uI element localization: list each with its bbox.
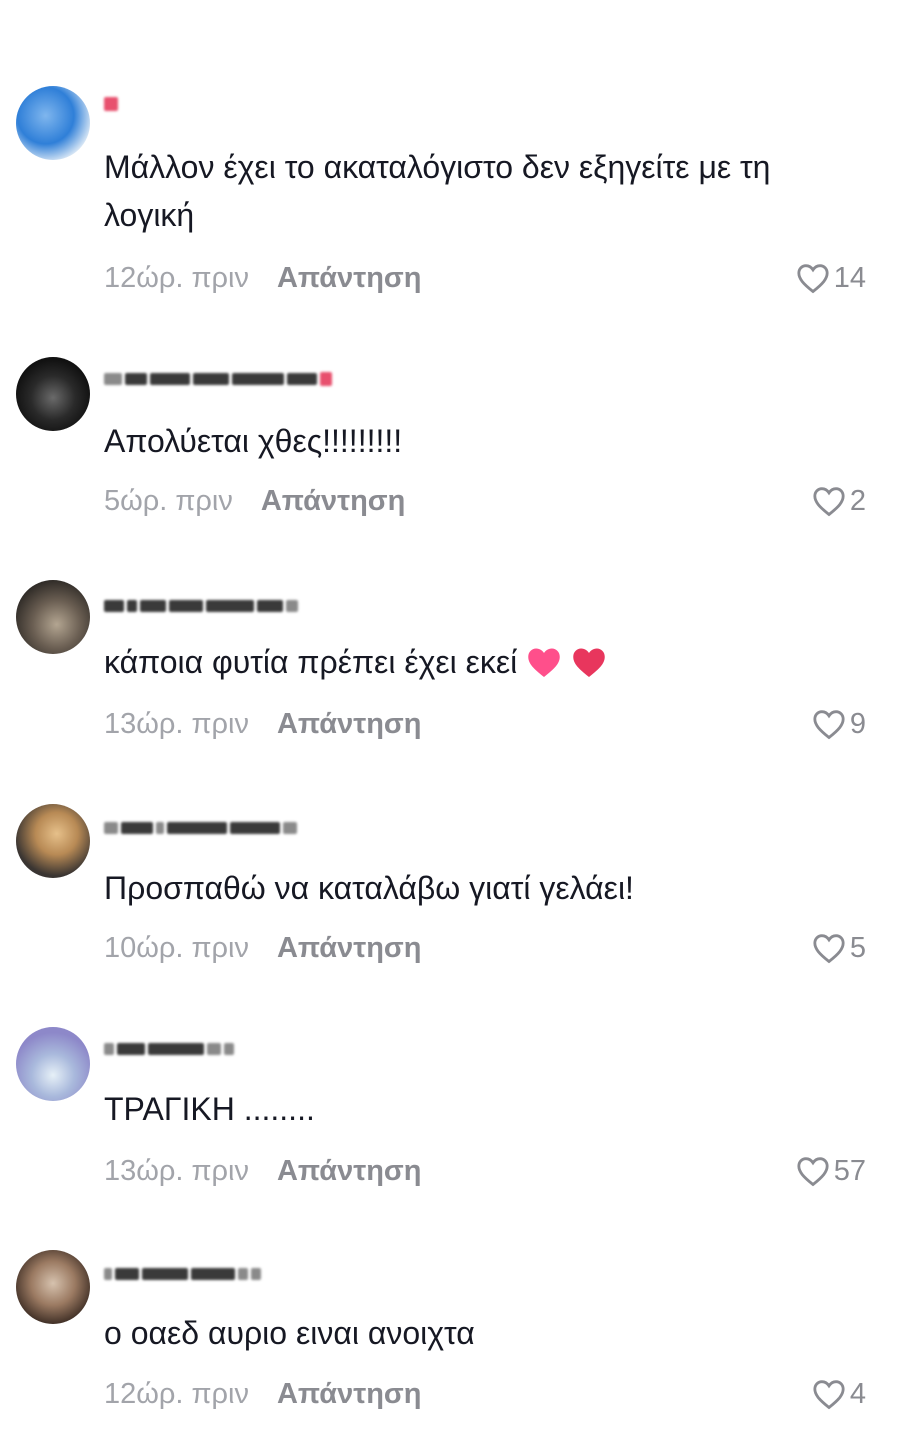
like-count: 57 xyxy=(833,1154,866,1187)
like-count: 2 xyxy=(849,484,866,517)
avatar[interactable] xyxy=(16,804,90,878)
reply-button[interactable]: Απάντηση xyxy=(277,708,422,741)
heart-outline-icon xyxy=(797,264,829,294)
reply-button[interactable]: Απάντηση xyxy=(277,262,422,295)
comment-time: 10ώρ. πριν xyxy=(104,931,249,964)
comment-text: ο οαεδ αυριο ειναι ανοιχτα xyxy=(104,1315,475,1351)
like-count: 4 xyxy=(849,1377,866,1410)
reply-button[interactable]: Απάντηση xyxy=(277,1378,422,1411)
like-button[interactable]: 5 xyxy=(812,928,866,968)
avatar[interactable] xyxy=(16,357,90,431)
reply-button[interactable]: Απάντηση xyxy=(261,485,406,518)
avatar[interactable] xyxy=(16,1027,90,1101)
comment-item: Μάλλον έχει το ακαταλόγιστο δεν εξηγείτε… xyxy=(0,80,898,294)
comment-meta: 10ώρ. πριν Απάντηση xyxy=(104,928,421,968)
comment-text: κάποια φυτία πρέπει έχει εκεί xyxy=(104,638,864,686)
comment-text: Απολύεται χθες!!!!!!!!! xyxy=(104,423,403,459)
like-count: 14 xyxy=(833,261,866,294)
like-button[interactable]: 2 xyxy=(812,481,866,521)
heart-outline-icon xyxy=(797,1157,829,1187)
like-button[interactable]: 14 xyxy=(796,258,866,298)
username-redacted[interactable] xyxy=(104,816,297,840)
comment-time: 13ώρ. πριν xyxy=(104,1154,249,1187)
like-button[interactable]: 57 xyxy=(796,1151,866,1191)
avatar[interactable] xyxy=(16,86,90,160)
like-count: 5 xyxy=(849,931,866,964)
comment-item: Προσπαθώ να καταλάβω γιατί γελάει! 10ώρ.… xyxy=(0,802,898,1002)
comment-time: 5ώρ. πριν xyxy=(104,484,233,517)
heart-outline-icon xyxy=(813,710,845,740)
comment-text: ΤΡΑΓΙΚΗ ........ xyxy=(104,1091,315,1127)
comment-item: Απολύεται χθες!!!!!!!!! 5ώρ. πριν Απάντη… xyxy=(0,355,898,555)
username-redacted[interactable] xyxy=(104,1262,261,1286)
comment-item: ΤΡΑΓΙΚΗ ........ 13ώρ. πριν Απάντηση 57 xyxy=(0,1025,898,1225)
avatar[interactable] xyxy=(16,580,90,654)
username-redacted[interactable] xyxy=(104,594,298,618)
heart-outline-icon xyxy=(813,934,845,964)
comment-meta: 13ώρ. πριν Απάντηση xyxy=(104,704,421,744)
reply-button[interactable]: Απάντηση xyxy=(277,1155,422,1188)
heart-outline-icon xyxy=(813,487,845,517)
comment-time: 12ώρ. πριν xyxy=(104,261,249,294)
comment-meta: 12ώρ. πριν Απάντηση xyxy=(104,258,421,298)
like-count: 9 xyxy=(849,707,866,740)
comment-text: Μάλλον έχει το ακαταλόγιστο δεν εξηγείτε… xyxy=(104,149,771,233)
comment-meta: 12ώρ. πριν Απάντηση xyxy=(104,1374,421,1414)
username-redacted[interactable] xyxy=(104,92,118,116)
username-redacted[interactable] xyxy=(104,1037,234,1061)
comment-text-content: κάποια φυτία πρέπει έχει εκεί xyxy=(104,644,518,680)
comment-meta: 5ώρ. πριν Απάντηση xyxy=(104,481,405,521)
pink-heart-emoji xyxy=(526,644,571,680)
like-button[interactable]: 4 xyxy=(812,1374,866,1414)
like-button[interactable]: 9 xyxy=(812,704,866,744)
avatar[interactable] xyxy=(16,1250,90,1324)
comment-meta: 13ώρ. πριν Απάντηση xyxy=(104,1151,421,1191)
heart-outline-icon xyxy=(813,1380,845,1410)
comment-item: κάποια φυτία πρέπει έχει εκεί 13ώρ. πριν… xyxy=(0,578,898,778)
comment-time: 13ώρ. πριν xyxy=(104,707,249,740)
comment-time: 12ώρ. πριν xyxy=(104,1377,249,1410)
comment-item: ο οαεδ αυριο ειναι ανοιχτα 12ώρ. πριν Απ… xyxy=(0,1248,898,1448)
reply-button[interactable]: Απάντηση xyxy=(277,932,422,965)
red-heart-emoji xyxy=(571,644,607,680)
username-redacted[interactable] xyxy=(104,367,332,391)
comment-text: Προσπαθώ να καταλάβω γιατί γελάει! xyxy=(104,870,634,906)
